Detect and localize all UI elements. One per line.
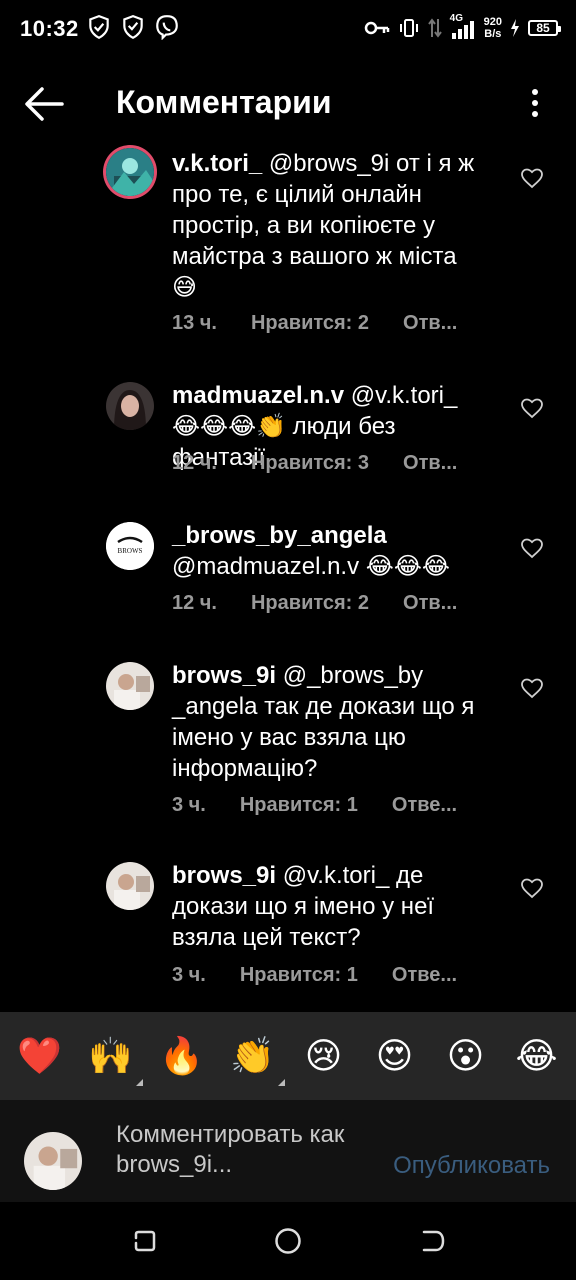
comment-meta: 3 ч. Нравится: 1 Отве... (172, 964, 457, 987)
emoji-clap-glyph: 👏 (230, 1035, 275, 1076)
signal-label: 4G (449, 13, 463, 24)
brows-logo-icon: BROWS (106, 522, 154, 570)
comment-text: brows_9i @_brows_by _angela так де доказ… (172, 660, 488, 784)
reply-button[interactable]: Отв... (403, 452, 457, 475)
skin-tone-indicator-icon (135, 1079, 143, 1086)
avatar-image (106, 662, 154, 710)
comment-input[interactable]: Комментировать как brows_9i... (116, 1120, 366, 1180)
comments-list: v.k.tori_ @brows_9i от і я ж про те, є ц… (0, 140, 576, 1010)
emoji-heart-button[interactable]: ❤️ (14, 1030, 66, 1082)
back-nav-icon[interactable] (418, 1226, 448, 1256)
key-icon (364, 21, 389, 35)
emoji-raised-hands-button[interactable]: 🙌 (85, 1030, 143, 1086)
comment-time: 12 ч. (172, 452, 217, 474)
heart-icon[interactable] (520, 876, 544, 900)
emoji-fire-button[interactable]: 🔥 (156, 1030, 208, 1082)
avatar[interactable] (106, 382, 154, 430)
reply-button[interactable]: Отв... (403, 592, 457, 615)
comment-likes[interactable]: Нравится: 1 (240, 794, 358, 817)
data-arrows-icon (427, 18, 442, 38)
comment-body: @madmuazel.n.v 😂😂😂 (172, 553, 450, 580)
emoji-quick-bar: ❤️ 🙌 🔥 👏 😢 😍 😮 😂 (0, 1012, 576, 1100)
battery-indicator: 85 (528, 20, 561, 36)
emoji-laughing-button[interactable]: 😂 (511, 1030, 563, 1082)
recent-apps-icon[interactable] (130, 1226, 160, 1256)
my-avatar (24, 1132, 82, 1190)
heart-icon[interactable] (520, 536, 544, 560)
system-nav-bar (0, 1202, 576, 1280)
emoji-clap-button[interactable]: 👏 (227, 1030, 285, 1086)
comment-username[interactable]: madmuazel.n.v (172, 382, 344, 409)
comment-time: 13 ч. (172, 312, 217, 334)
comment-username[interactable]: brows_9i (172, 662, 276, 689)
status-time: 10:32 (20, 16, 79, 41)
svg-text:BROWS: BROWS (118, 547, 143, 555)
avatar-image (106, 148, 154, 196)
comment-meta: 12 ч. Нравится: 3 Отв... (172, 452, 457, 475)
comment-meta: 12 ч. Нравится: 2 Отв... (172, 592, 457, 615)
reply-button[interactable]: Отве... (392, 964, 457, 987)
comment-username[interactable]: v.k.tori_ (172, 150, 262, 177)
avatar-image (106, 862, 154, 910)
skin-tone-indicator-icon (277, 1079, 285, 1086)
emoji-crying-button[interactable]: 😢 (298, 1030, 350, 1082)
emoji-surprised-button[interactable]: 😮 (440, 1030, 492, 1082)
emoji-heart-eyes-button[interactable]: 😍 (369, 1030, 421, 1082)
charging-icon (511, 19, 519, 37)
avatar[interactable] (106, 662, 154, 710)
viber-icon (156, 15, 178, 40)
comment-composer: Комментировать как brows_9i... Опубликов… (0, 1100, 576, 1202)
avatar-image (106, 382, 154, 430)
comment-username[interactable]: brows_9i (172, 862, 276, 889)
comment-time: 3 ч. (172, 794, 206, 816)
comment-likes[interactable]: Нравится: 2 (251, 592, 369, 615)
comment-text: _brows_by_angela @madmuazel.n.v 😂😂😂 (172, 520, 488, 582)
net-speed-value: 920 (483, 16, 502, 28)
comment-meta: 13 ч. Нравится: 2 Отв... (172, 312, 457, 335)
avatar-image (24, 1132, 82, 1190)
page-title: Комментарии (116, 84, 332, 120)
comment-username[interactable]: _brows_by_angela (172, 522, 387, 549)
avatar[interactable]: BROWS (106, 522, 154, 570)
heart-icon[interactable] (520, 676, 544, 700)
header: Комментарии (0, 70, 576, 136)
comment-time: 12 ч. (172, 592, 217, 614)
reply-button[interactable]: Отв... (403, 312, 457, 335)
publish-button[interactable]: Опубликовать (393, 1152, 550, 1180)
network-speed: 920 B/s (484, 16, 502, 40)
comment-meta: 3 ч. Нравится: 1 Отве... (172, 794, 457, 817)
heart-icon[interactable] (520, 396, 544, 420)
back-arrow-icon[interactable] (22, 84, 66, 124)
emoji-raised-hands-glyph: 🙌 (88, 1035, 133, 1076)
net-speed-unit: B/s (484, 28, 502, 40)
status-bar: 10:32 4G 920 B/s 85 (0, 0, 576, 58)
vibrate-icon (399, 19, 418, 37)
shield-check-icon (89, 15, 109, 40)
comment-likes[interactable]: Нравится: 3 (251, 452, 369, 475)
comment-likes[interactable]: Нравится: 2 (251, 312, 369, 335)
reply-button[interactable]: Отве... (392, 794, 457, 817)
comment-likes[interactable]: Нравится: 1 (240, 964, 358, 987)
status-right: 4G 920 B/s 85 (364, 12, 561, 44)
heart-icon[interactable] (520, 166, 544, 190)
comment-text: brows_9i @v.k.tori_ де докази що я імено… (172, 860, 488, 953)
more-options-icon[interactable] (530, 88, 540, 118)
avatar[interactable] (106, 862, 154, 910)
shield-icon (123, 15, 143, 40)
cell-signal: 4G (449, 13, 476, 41)
home-icon[interactable] (273, 1226, 303, 1256)
avatar[interactable] (106, 148, 154, 196)
comment-text: v.k.tori_ @brows_9i от і я ж про те, є ц… (172, 148, 488, 303)
comment-time: 3 ч. (172, 964, 206, 986)
